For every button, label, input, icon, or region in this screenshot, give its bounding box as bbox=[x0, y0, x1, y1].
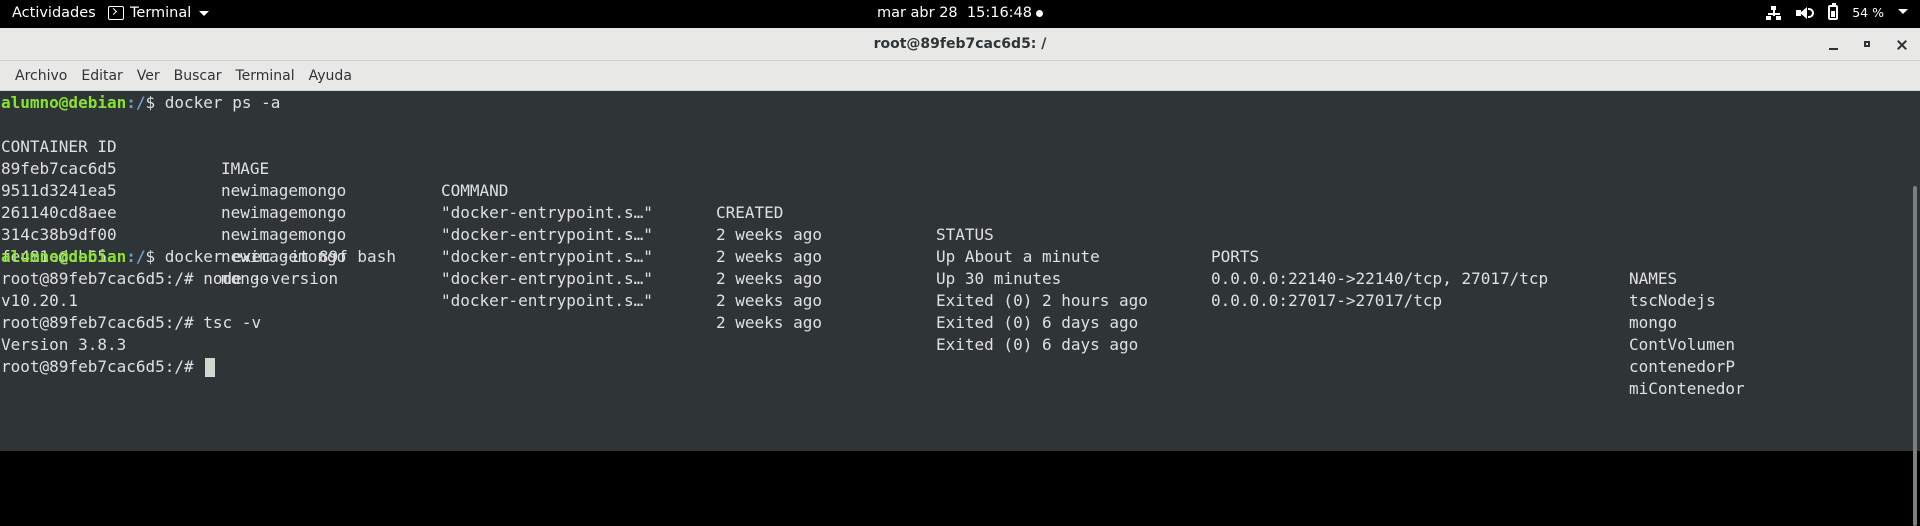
menu-ver[interactable]: Ver bbox=[130, 68, 167, 84]
cell-status: Exited (0) 2 hours ago bbox=[936, 291, 1148, 310]
menu-buscar[interactable]: Buscar bbox=[167, 68, 229, 84]
cell-name: tscNodejs bbox=[1629, 291, 1716, 310]
terminal-output[interactable]: alumno@debian:/$ docker ps -a CONTAINER … bbox=[0, 91, 1920, 451]
menu-archivo[interactable]: Archivo bbox=[8, 68, 74, 84]
prompt-line: alumno@debian:/$ docker ps -a bbox=[1, 92, 280, 114]
header-ports: PORTS bbox=[1211, 247, 1260, 266]
system-tray[interactable]: 54 % bbox=[1766, 3, 1908, 20]
output-line: root@89feb7cac6d5:/# tsc -v bbox=[1, 313, 262, 332]
table-row: 9511d3241ea5 newimagemongo "docker-entry… bbox=[0, 158, 1900, 332]
menu-bar: Archivo Editar Ver Buscar Terminal Ayuda bbox=[0, 61, 1920, 91]
cell-ports: 0.0.0.0:22140->22140/tcp, 27017/tcp bbox=[1211, 269, 1549, 288]
maximize-button[interactable] bbox=[1860, 37, 1876, 53]
power-menu-icon bbox=[1898, 8, 1908, 17]
cell-created: 2 weeks ago bbox=[716, 291, 822, 310]
cell-created: 2 weeks ago bbox=[716, 269, 822, 288]
header-names: NAMES bbox=[1629, 269, 1678, 288]
scrollbar-thumb[interactable] bbox=[1913, 186, 1917, 526]
cell-name: contenedorP bbox=[1629, 357, 1735, 376]
menu-ayuda[interactable]: Ayuda bbox=[302, 68, 359, 84]
prompt-user: alumno@debian bbox=[1, 247, 127, 266]
cell-name: mongo bbox=[1629, 313, 1678, 332]
table-row: 89feb7cac6d5 newimagemongo "docker-entry… bbox=[0, 136, 1900, 310]
volume-icon bbox=[1796, 6, 1815, 20]
command-text: docker exec -it 89f bash bbox=[164, 247, 396, 266]
cell-ports: 0.0.0.0:27017->27017/tcp bbox=[1211, 291, 1443, 310]
prompt-line: alumno@debian:/$ docker exec -it 89f bas… bbox=[1, 246, 396, 268]
menu-editar[interactable]: Editar bbox=[74, 68, 129, 84]
cell-command: "docker-entrypoint.s…" bbox=[441, 247, 653, 266]
cell-created: 2 weeks ago bbox=[716, 313, 822, 332]
prompt-user: alumno@debian bbox=[1, 93, 127, 112]
table-row: fe481eddb65a mongo "docker-entrypoint.s…… bbox=[0, 224, 1900, 398]
text-cursor bbox=[205, 358, 216, 377]
prompt-end: $ bbox=[145, 247, 165, 266]
cell-command: "docker-entrypoint.s…" bbox=[441, 291, 653, 310]
cell-status: Up 30 minutes bbox=[936, 269, 1062, 288]
network-icon bbox=[1766, 5, 1782, 20]
cell-status: Exited (0) 6 days ago bbox=[936, 335, 1139, 354]
window-title: root@89feb7cac6d5: / bbox=[873, 36, 1047, 52]
clock-area: mar abr 28 15:16:48 bbox=[0, 5, 1920, 21]
top-bar: Actividades Terminal mar abr 28 15:16:48… bbox=[0, 0, 1920, 28]
cell-created: 2 weeks ago bbox=[716, 247, 822, 266]
scrollbar[interactable] bbox=[1910, 91, 1920, 526]
output-line: v10.20.1 bbox=[1, 291, 79, 310]
current-prompt-line: root@89feb7cac6d5:/# bbox=[1, 356, 216, 378]
close-button[interactable] bbox=[1894, 37, 1910, 53]
cell-status: Exited (0) 6 days ago bbox=[936, 313, 1139, 332]
table-header: CONTAINER ID IMAGE COMMAND CREATED STATU… bbox=[0, 114, 1900, 288]
prompt-path: :/ bbox=[126, 247, 146, 266]
notification-dot-icon bbox=[1036, 9, 1044, 17]
minimize-button[interactable] bbox=[1826, 37, 1842, 53]
cell-name: miContenedor bbox=[1629, 379, 1745, 398]
output-line: root@89feb7cac6d5:/# node --version bbox=[1, 269, 339, 288]
table-row: 314c38b9df00 newimagemongo "docker-entry… bbox=[0, 202, 1900, 376]
battery-icon bbox=[1828, 3, 1839, 20]
cell-command: "docker-entrypoint.s…" bbox=[441, 269, 653, 288]
command-text: docker ps -a bbox=[164, 93, 281, 112]
prompt-end: $ bbox=[145, 93, 165, 112]
current-prompt: root@89feb7cac6d5:/# bbox=[1, 357, 204, 376]
output-line: Version 3.8.3 bbox=[1, 335, 127, 354]
battery-percentage: 54 % bbox=[1852, 5, 1884, 20]
table-row: 261140cd8aee newimagemongo "docker-entry… bbox=[0, 180, 1900, 354]
clock[interactable]: mar abr 28 15:16:48 bbox=[877, 5, 1032, 21]
window-titlebar[interactable]: root@89feb7cac6d5: / bbox=[0, 28, 1920, 61]
prompt-path: :/ bbox=[126, 93, 146, 112]
cell-status: Up About a minute bbox=[936, 247, 1100, 266]
cell-name: ContVolumen bbox=[1629, 335, 1735, 354]
menu-terminal[interactable]: Terminal bbox=[228, 68, 301, 84]
